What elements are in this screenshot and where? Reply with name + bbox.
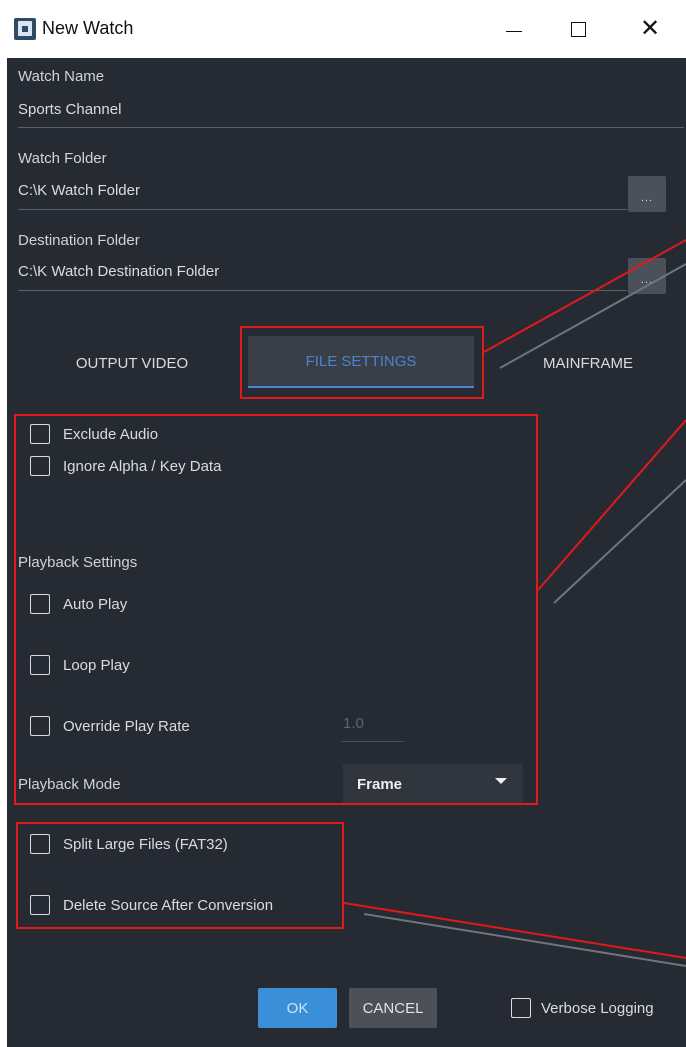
callout-line-tab bbox=[483, 239, 686, 353]
callout-line-file-handling bbox=[343, 902, 686, 959]
annotation-callout-lines bbox=[343, 239, 686, 967]
guide-line-file-handling bbox=[363, 913, 686, 967]
guide-line-tab bbox=[499, 263, 686, 369]
guide-line-options bbox=[553, 479, 686, 604]
callout-line-options bbox=[537, 419, 686, 591]
